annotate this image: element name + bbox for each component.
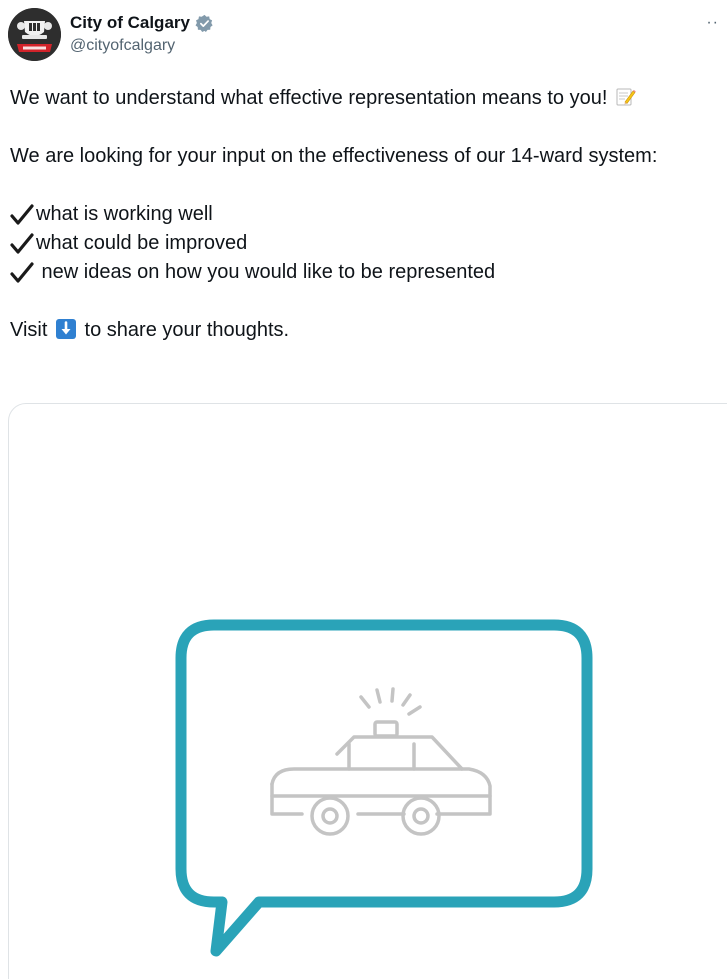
checkmark-icon	[10, 261, 34, 284]
down-arrow-emoji-icon	[55, 319, 76, 339]
speech-bubble-icon	[175, 619, 593, 957]
checkmark-icon	[10, 203, 34, 226]
display-name-row: City of Calgary	[70, 11, 214, 35]
tweet-cta: Visit to share your thoughts.	[10, 316, 722, 345]
more-options-button[interactable]: ··	[706, 14, 719, 32]
author-handle[interactable]: @cityofcalgary	[70, 37, 214, 55]
verified-badge-icon[interactable]	[195, 14, 214, 33]
checklist-item: what could be improved	[10, 229, 722, 258]
city-crest-icon	[8, 8, 61, 61]
checklist-item-text: new ideas on how you would like to be re…	[36, 261, 496, 283]
tweet-line-1: We want to understand what effective rep…	[10, 84, 722, 113]
checkmark-icon	[10, 232, 34, 255]
checklist-item: what is working well	[10, 200, 722, 229]
tweet-text: We want to understand what effective rep…	[10, 84, 722, 345]
link-preview-card[interactable]	[8, 403, 727, 979]
police-car-icon	[270, 687, 492, 836]
tweet-header: City of Calgary @cityofcalgary ··	[8, 8, 719, 64]
tweet[interactable]: City of Calgary @cityofcalgary ·· We wan…	[0, 0, 727, 979]
tweet-line-2: We are looking for your input on the eff…	[10, 145, 658, 167]
avatar[interactable]	[8, 8, 61, 61]
checklist-item-text: what is working well	[36, 203, 213, 225]
tweet-line-1-text: We want to understand what effective rep…	[10, 87, 608, 109]
cta-suffix: to share your thoughts.	[84, 319, 290, 341]
display-name[interactable]: City of Calgary	[70, 13, 190, 33]
checklist-item: new ideas on how you would like to be re…	[10, 258, 722, 287]
author-names: City of Calgary @cityofcalgary	[70, 11, 214, 55]
cta-prefix: Visit	[10, 319, 48, 341]
card-graphic	[175, 619, 593, 957]
memo-emoji-icon	[616, 87, 636, 107]
checklist-item-text: what could be improved	[36, 232, 248, 254]
